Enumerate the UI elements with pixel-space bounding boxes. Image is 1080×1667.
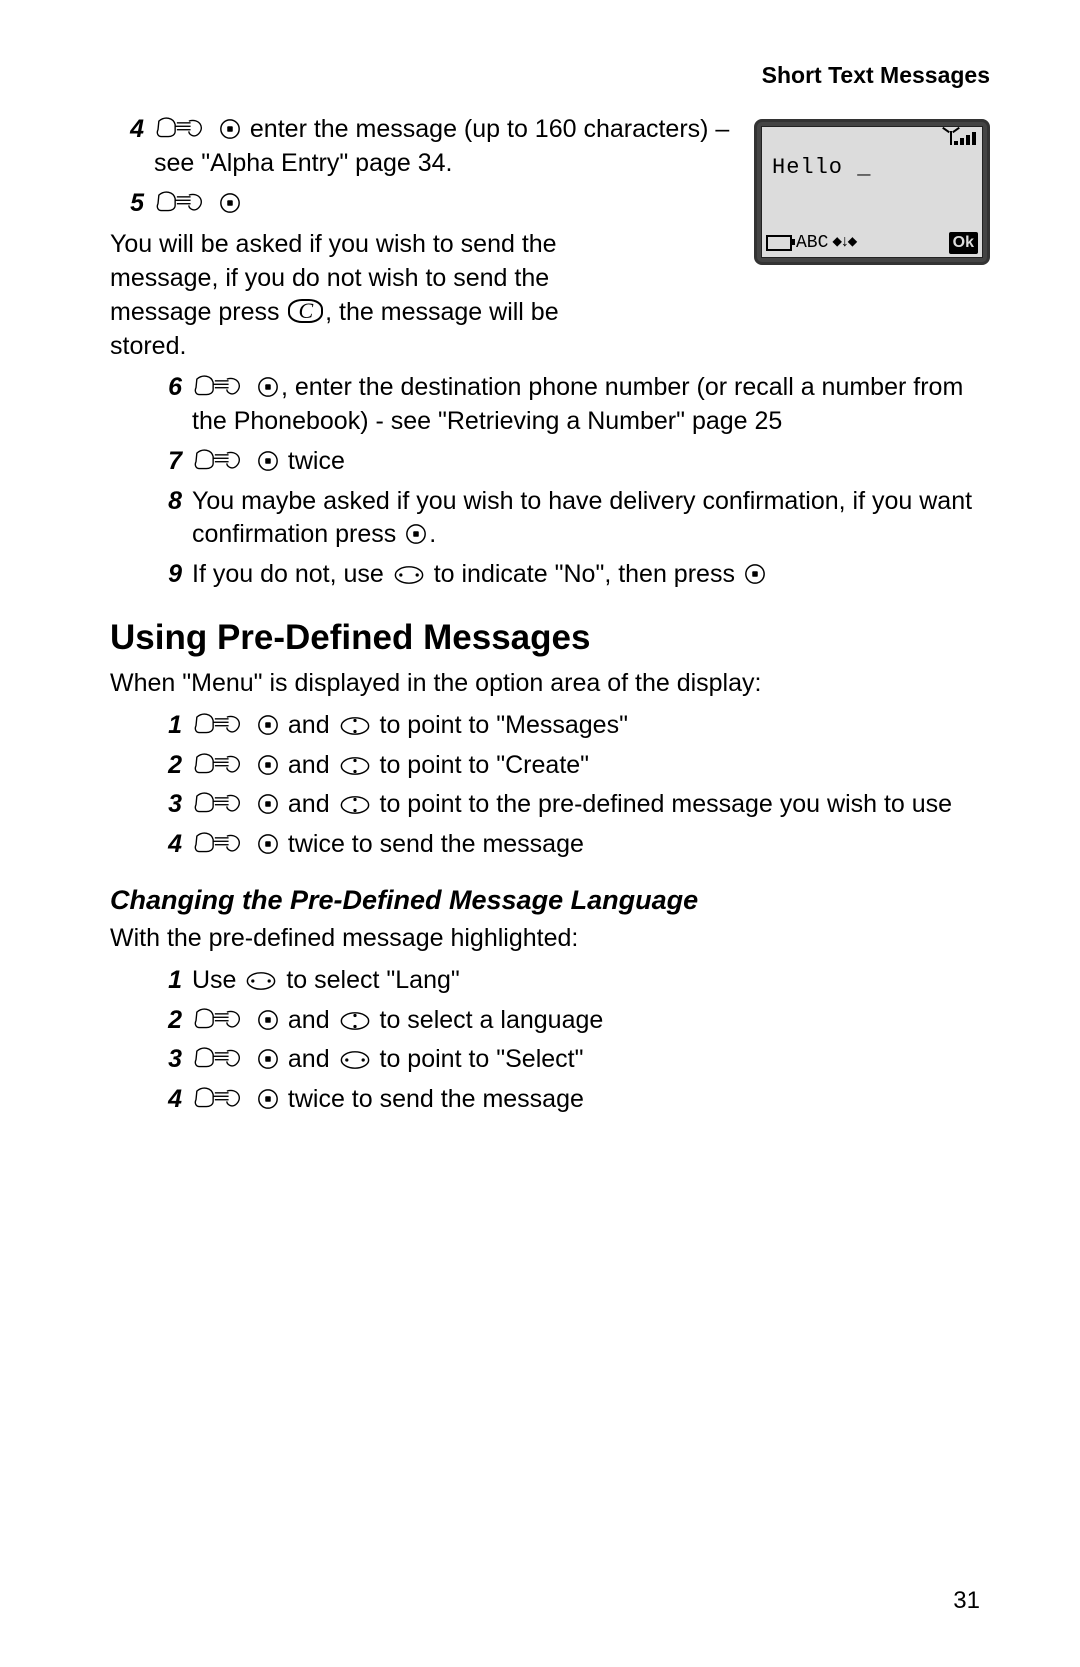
- ok-button-icon: [257, 1048, 279, 1070]
- step-text: twice to send the message: [281, 1085, 584, 1113]
- step-text: to point to "Messages": [373, 711, 628, 739]
- signal-icon: [950, 131, 976, 145]
- step-number: 7: [148, 445, 192, 479]
- step-number: 2: [148, 749, 192, 783]
- phone-screen-illustration: Hello _ ABC ◆↓◆ Ok: [754, 119, 990, 265]
- step-text: twice: [281, 447, 345, 475]
- hand-icon: [156, 190, 208, 214]
- ok-button-icon: [219, 118, 241, 140]
- step-number: 4: [110, 113, 154, 147]
- step-text: and: [281, 1045, 337, 1073]
- section-heading: Using Pre-Defined Messages: [110, 614, 990, 661]
- ok-button-icon: [257, 833, 279, 855]
- nav-vertical-icon: [339, 756, 371, 776]
- nav-horizontal-icon: [339, 1050, 371, 1070]
- step-number: 2: [148, 1004, 192, 1038]
- step-text: If you do not, use: [192, 560, 391, 588]
- hand-icon: [194, 712, 246, 736]
- step-number: 3: [148, 788, 192, 822]
- predef-step-4: 4 twice to send the message: [148, 828, 990, 862]
- ok-button-icon: [744, 563, 766, 585]
- ok-button-icon: [257, 793, 279, 815]
- phone-screen-text: Hello _: [772, 153, 871, 183]
- step-number: 9: [148, 558, 192, 592]
- step-text: .: [429, 520, 436, 548]
- battery-icon: [766, 235, 792, 251]
- step-number: 4: [148, 828, 192, 862]
- nav-horizontal-icon: [393, 565, 425, 585]
- step-number: 1: [148, 964, 192, 998]
- running-head: Short Text Messages: [110, 60, 990, 91]
- predef-step-1: 1 and to point to "Messages": [148, 709, 990, 743]
- step-7: 7 twice: [148, 445, 990, 479]
- lang-step-4: 4 twice to send the message: [148, 1083, 990, 1117]
- step-text: and: [281, 751, 337, 779]
- hand-icon: [194, 791, 246, 815]
- predef-step-2: 2 and to point to "Create": [148, 749, 990, 783]
- step-number: 8: [148, 485, 192, 519]
- step-4: 4 enter the message (up to 160 character…: [110, 113, 736, 181]
- step-text: twice to send the message: [281, 830, 584, 858]
- lang-step-1: 1 Use to select "Lang": [148, 964, 990, 998]
- nav-horizontal-icon: [245, 971, 277, 991]
- step-5: 5: [110, 187, 736, 221]
- step-text: to point to "Select": [373, 1045, 584, 1073]
- step-text: Use: [192, 966, 243, 994]
- step-text: to point to "Create": [373, 751, 589, 779]
- ok-button-icon: [257, 1088, 279, 1110]
- hand-icon: [194, 1046, 246, 1070]
- ok-button-icon: [257, 754, 279, 776]
- hand-icon: [194, 448, 246, 472]
- step-text: to select "Lang": [279, 966, 459, 994]
- lang-step-3: 3 and to point to "Select": [148, 1043, 990, 1077]
- step-text: and: [281, 1006, 337, 1034]
- page-number: 31: [953, 1585, 980, 1617]
- step-8: 8 You maybe asked if you wish to have de…: [148, 485, 990, 553]
- predef-step-3: 3 and to point to the pre-defined messag…: [148, 788, 990, 822]
- ok-button-icon: [405, 523, 427, 545]
- arrows-icon: ◆↓◆: [832, 232, 855, 254]
- step-number: 6: [148, 371, 192, 405]
- hand-icon: [194, 1086, 246, 1110]
- hand-icon: [194, 1007, 246, 1031]
- step-text: to point to the pre-defined message you …: [373, 790, 953, 818]
- paragraph: You will be asked if you wish to send th…: [110, 228, 630, 363]
- subsection-intro: With the pre-defined message highlighted…: [110, 922, 990, 956]
- section-intro: When "Menu" is displayed in the option a…: [110, 667, 990, 701]
- ok-button-icon: [257, 450, 279, 472]
- step-text: to indicate "No", then press: [427, 560, 742, 588]
- step-9: 9 If you do not, use to indicate "No", t…: [148, 558, 990, 592]
- ok-button-icon: [257, 1009, 279, 1031]
- step-number: 4: [148, 1083, 192, 1117]
- ok-button-icon: [257, 376, 279, 398]
- step-text: to select a language: [373, 1006, 604, 1034]
- phone-ok-softkey: Ok: [949, 232, 978, 254]
- nav-vertical-icon: [339, 716, 371, 736]
- ok-button-icon: [257, 714, 279, 736]
- nav-vertical-icon: [339, 795, 371, 815]
- hand-icon: [194, 831, 246, 855]
- step-6: 6 , enter the destination phone number (…: [148, 371, 990, 439]
- step-text: and: [281, 790, 337, 818]
- hand-icon: [156, 116, 208, 140]
- step-text: You maybe asked if you wish to have deli…: [192, 487, 972, 549]
- step-text: , enter the destination phone number (or…: [192, 373, 963, 435]
- ok-button-icon: [219, 192, 241, 214]
- step-text: and: [281, 711, 337, 739]
- phone-mode: ABC: [796, 231, 828, 255]
- c-key-icon: C: [288, 299, 323, 323]
- hand-icon: [194, 374, 246, 398]
- step-number: 5: [110, 187, 154, 221]
- step-number: 1: [148, 709, 192, 743]
- subsection-heading: Changing the Pre-Defined Message Languag…: [110, 882, 990, 918]
- lang-step-2: 2 and to select a language: [148, 1004, 990, 1038]
- nav-vertical-icon: [339, 1011, 371, 1031]
- step-number: 3: [148, 1043, 192, 1077]
- hand-icon: [194, 752, 246, 776]
